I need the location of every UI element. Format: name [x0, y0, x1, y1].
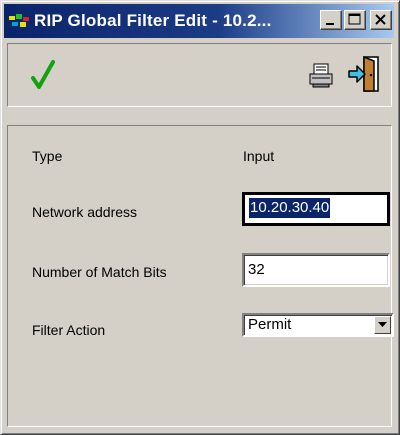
rip-global-filter-edit-window: RIP Global Filter Edit - 10.2... Type In… — [0, 0, 400, 435]
ok-button[interactable] — [28, 58, 58, 92]
match-bits-input[interactable]: 32 — [242, 253, 390, 287]
exit-button[interactable] — [346, 54, 382, 94]
window-title: RIP Global Filter Edit - 10.2... — [34, 11, 272, 30]
title-bar[interactable]: RIP Global Filter Edit - 10.2... — [4, 4, 394, 38]
network-address-label: Network address — [32, 204, 138, 220]
filter-action-value: Permit — [248, 316, 292, 333]
maximize-icon — [348, 13, 361, 25]
filter-form-panel: Type Input Network address 10.20.30.40 N… — [7, 125, 394, 427]
network-address-input[interactable]: 10.20.30.40 — [242, 192, 390, 226]
type-value: Input — [243, 148, 275, 164]
exit-door-icon — [348, 55, 379, 92]
chevron-down-icon — [378, 322, 387, 327]
match-bits-value: 32 — [248, 261, 265, 278]
dropdown-button[interactable] — [374, 316, 391, 334]
app-icon — [9, 14, 29, 27]
maximize-button[interactable] — [344, 10, 366, 30]
toolbar — [7, 43, 392, 107]
filter-action-select[interactable]: Permit — [242, 313, 394, 337]
checkmark-icon — [31, 60, 55, 89]
network-address-value: 10.20.30.40 — [249, 198, 331, 218]
close-button[interactable] — [370, 10, 392, 30]
type-label: Type — [32, 148, 63, 164]
match-bits-label: Number of Match Bits — [32, 264, 167, 280]
minimize-icon — [326, 23, 334, 25]
print-button[interactable] — [306, 60, 336, 90]
printer-icon — [309, 63, 333, 88]
filter-action-label: Filter Action — [32, 322, 106, 338]
minimize-button[interactable] — [320, 10, 342, 30]
close-icon — [375, 14, 386, 25]
